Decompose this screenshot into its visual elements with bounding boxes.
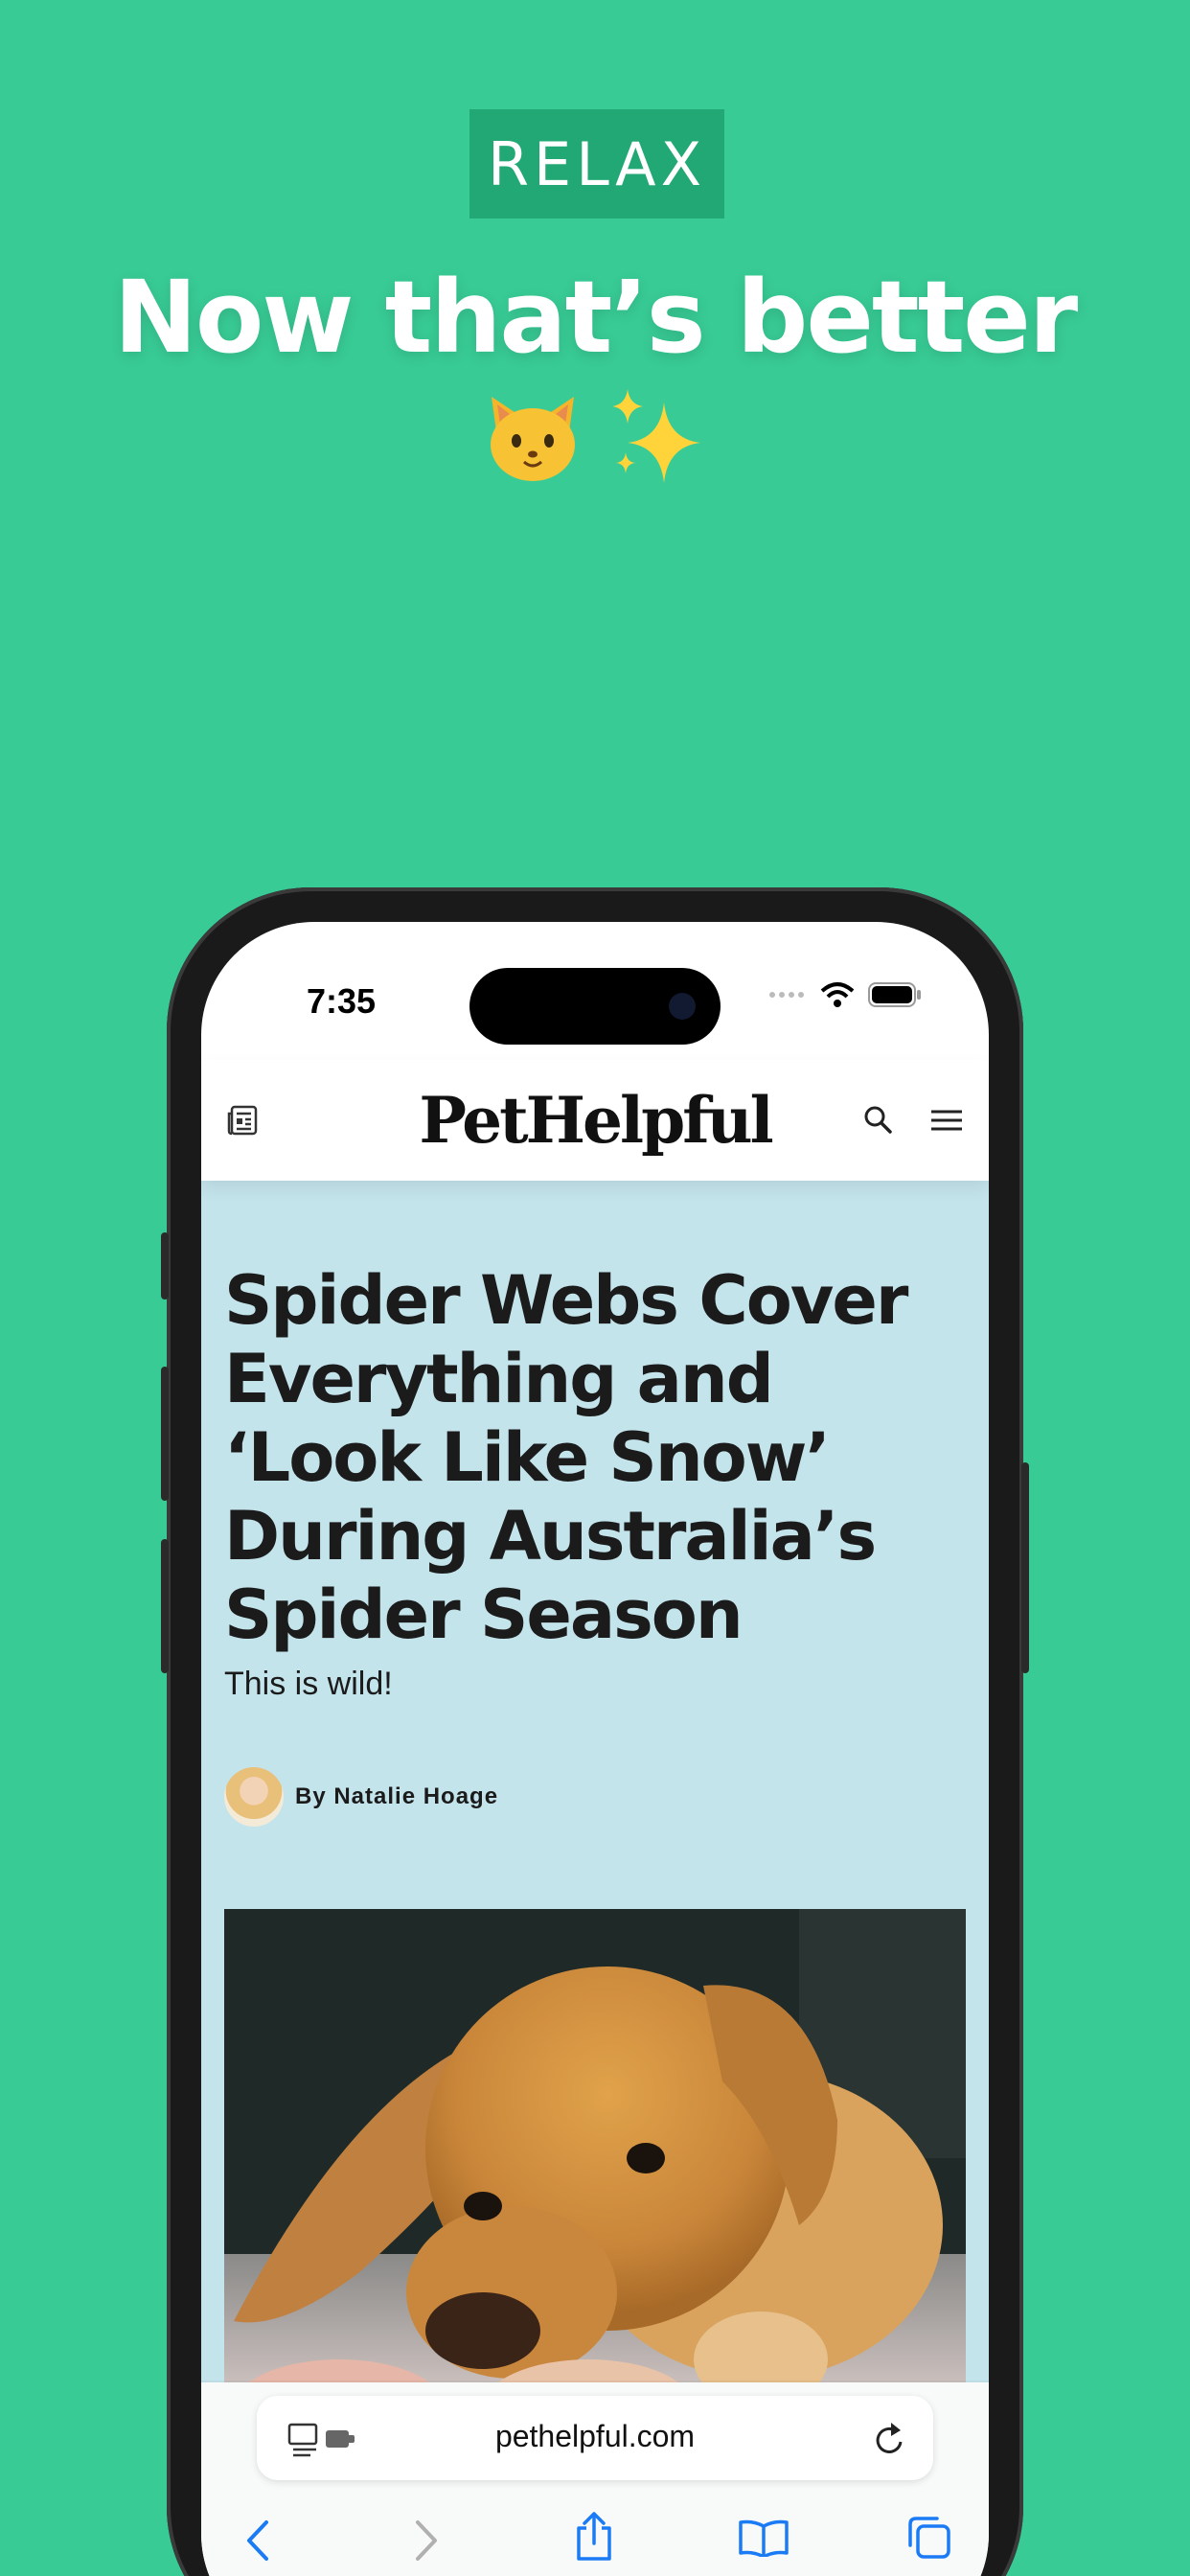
- status-bar: 7:35: [201, 922, 989, 1045]
- volume-down-button: [161, 1539, 169, 1673]
- avatar[interactable]: [224, 1767, 284, 1827]
- share-icon[interactable]: [573, 2511, 615, 2567]
- byline-text[interactable]: By Natalie Hoage: [295, 1783, 498, 1810]
- promo-headline: Now that’s better: [113, 259, 1078, 376]
- article: Spider Webs Cover Everything and ‘Look L…: [201, 1181, 989, 2484]
- cat-emoji-icon: [480, 383, 585, 489]
- hero-photo-puppy[interactable]: [224, 1909, 966, 2446]
- article-dek: This is wild!: [224, 1666, 393, 1702]
- tabs-icon[interactable]: [906, 2515, 952, 2565]
- sparkles-icon: [605, 383, 710, 489]
- menu-icon[interactable]: [929, 1108, 964, 1138]
- byline[interactable]: By Natalie Hoage: [224, 1767, 498, 1827]
- power-button: [1021, 1462, 1029, 1673]
- browser-bottom-bar: pethelpful.com: [201, 2382, 989, 2576]
- wifi-icon: [820, 982, 855, 1007]
- status-icons: [768, 981, 922, 1008]
- forward-icon[interactable]: [412, 2518, 441, 2567]
- front-camera: [669, 993, 696, 1020]
- browser-toolbar: [201, 2505, 989, 2576]
- volume-up-button: [161, 1367, 169, 1501]
- emoji-row: [0, 383, 1190, 489]
- address-bar-url[interactable]: pethelpful.com: [257, 2419, 933, 2454]
- site-header: PetHelpful: [201, 1060, 989, 1181]
- article-title[interactable]: Spider Webs Cover Everything and ‘Look L…: [224, 1261, 952, 1654]
- phone-mockup: 7:35 PetHelpful Spider Webs Cover Everyt…: [161, 887, 1029, 2576]
- bookmarks-icon[interactable]: [738, 2518, 790, 2562]
- signal-dots-icon: [769, 992, 804, 998]
- status-time: 7:35: [307, 981, 377, 1021]
- phone-screen: 7:35 PetHelpful Spider Webs Cover Everyt…: [201, 922, 989, 2576]
- battery-icon: [868, 982, 921, 1007]
- mute-switch: [161, 1232, 169, 1300]
- address-bar[interactable]: pethelpful.com: [257, 2396, 933, 2480]
- reload-icon[interactable]: [872, 2419, 908, 2462]
- back-icon[interactable]: [243, 2518, 272, 2567]
- search-icon[interactable]: [862, 1104, 893, 1139]
- dynamic-island: [469, 968, 721, 1045]
- promo-badge: RELAX: [469, 109, 724, 218]
